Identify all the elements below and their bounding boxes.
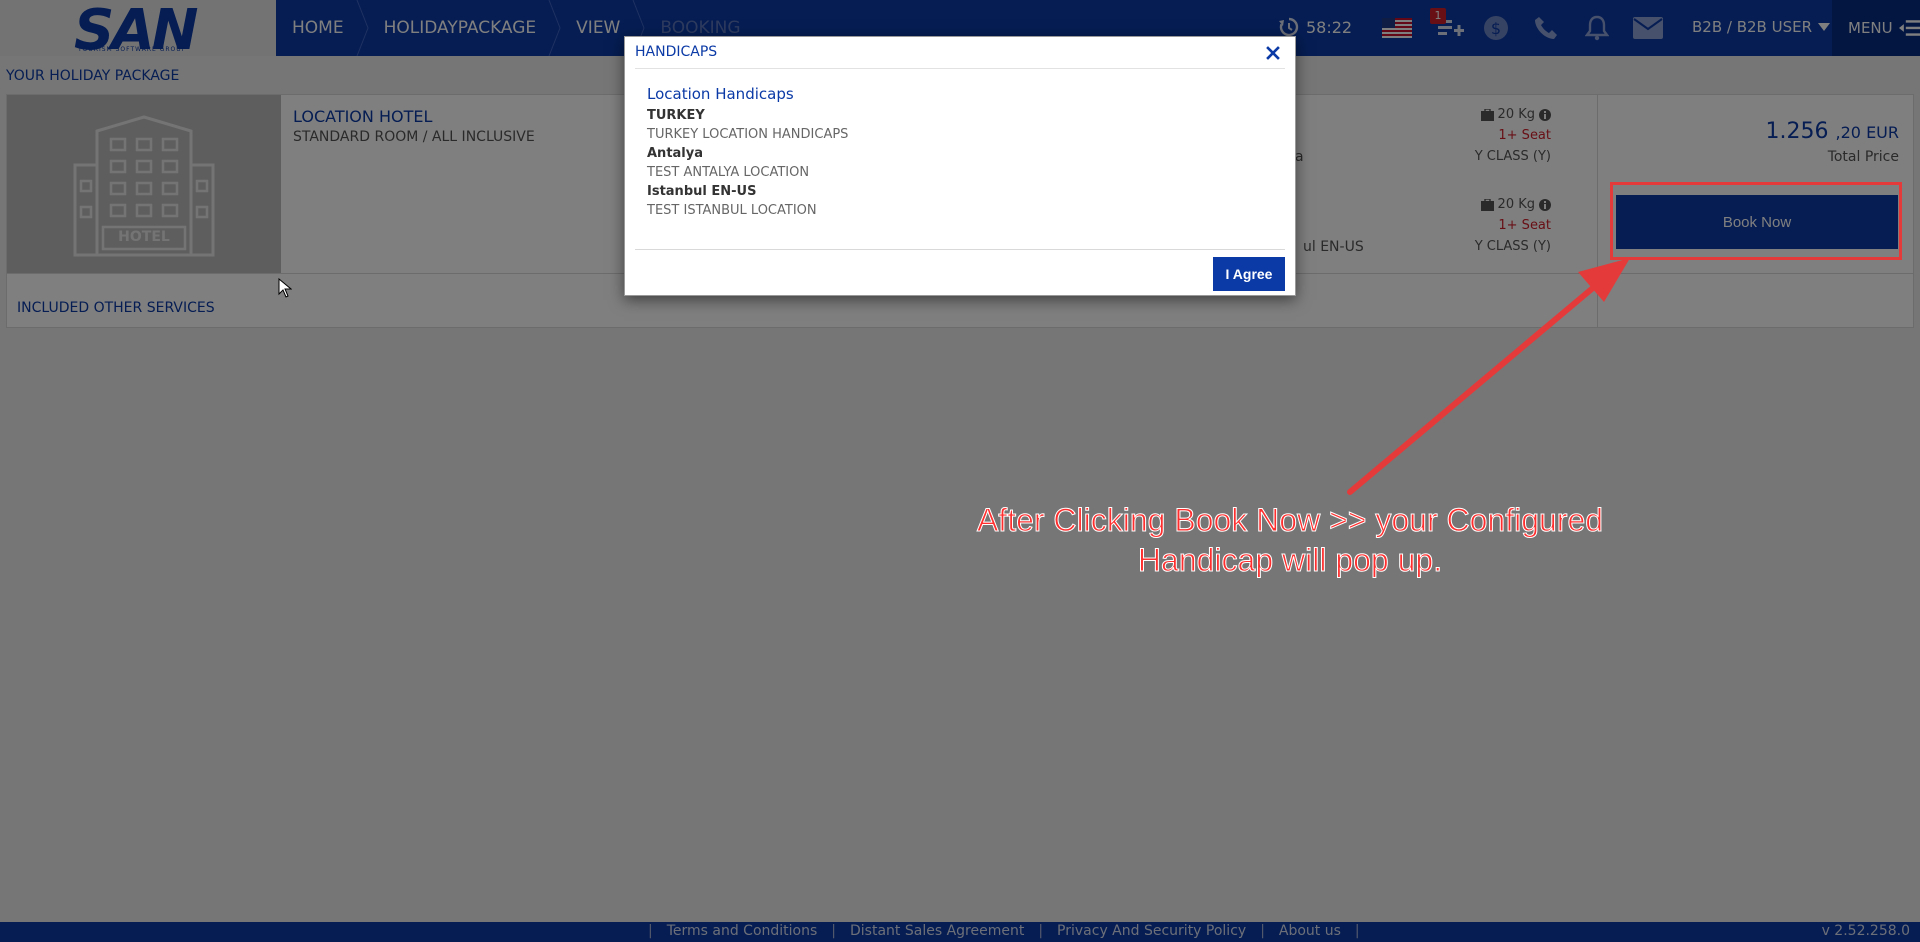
handicaps-heading: Location Handicaps <box>647 85 794 103</box>
book-now-highlight <box>1610 182 1902 260</box>
close-button[interactable] <box>1261 39 1285 65</box>
handicap-location-name: Antalya <box>647 146 704 161</box>
handicaps-modal: HANDICAPS Location Handicaps TURKEY TURK… <box>624 36 1296 296</box>
annotation-line-2: Handicap will pop up. <box>1137 542 1443 579</box>
mouse-cursor-icon <box>278 278 292 298</box>
modal-body: Location Handicaps TURKEY TURKEY LOCATIO… <box>647 85 848 220</box>
handicap-location-text: TURKEY LOCATION HANDICAPS <box>647 127 849 142</box>
modal-header: HANDICAPS <box>635 37 1285 69</box>
handicap-location-text: TEST ISTANBUL LOCATION <box>647 203 817 218</box>
handicap-location-name: TURKEY <box>647 108 705 123</box>
handicap-location-text: TEST ANTALYA LOCATION <box>647 165 810 180</box>
modal-title: HANDICAPS <box>635 44 718 60</box>
annotation-line-1: After Clicking Book Now >> your Configur… <box>976 502 1604 539</box>
modal-footer-divider <box>635 249 1285 250</box>
i-agree-button[interactable]: I Agree <box>1213 257 1285 291</box>
handicap-location-name: Istanbul EN-US <box>647 184 757 199</box>
annotation-callout: After Clicking Book Now >> your Configur… <box>960 500 1620 580</box>
close-icon <box>1266 46 1280 60</box>
